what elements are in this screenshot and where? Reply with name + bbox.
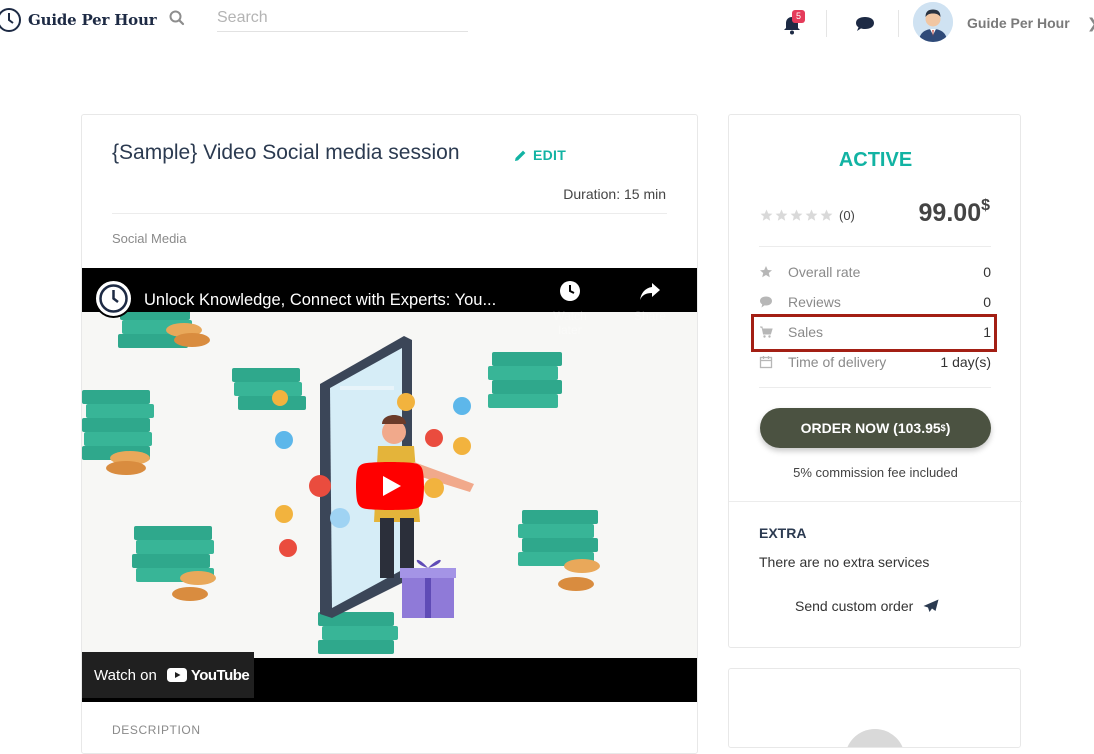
youtube-wordmark: YouTube [190, 666, 250, 684]
money-stack-bottom [318, 612, 398, 654]
top-header: Guide Per Hour 5 Guide Per Hour ❯ [0, 0, 1094, 46]
extra-services-text: There are no extra services [759, 554, 930, 570]
youtube-icon [166, 668, 187, 682]
star-icon [805, 209, 818, 221]
money-stack-right-top [488, 352, 562, 408]
divider [759, 246, 991, 247]
stat-reviews: Reviews 0 [759, 292, 991, 312]
edit-label: EDIT [533, 147, 567, 163]
order-now-label: ORDER NOW (103.95 [800, 420, 941, 436]
order-now-button[interactable]: ORDER NOW (103.95 $) [760, 408, 991, 448]
brand-name: Guide Per Hour [28, 11, 157, 29]
pencil-icon [515, 150, 526, 161]
status-badge: ACTIVE [838, 149, 913, 171]
extra-heading: EXTRA [759, 525, 807, 541]
calendar-icon [759, 356, 773, 369]
order-suffix: ) [945, 420, 951, 436]
watch-later-label: Watch later [553, 309, 587, 337]
stat-delivery-time: Time of delivery 1 day(s) [759, 352, 991, 372]
clock-logo-icon [99, 284, 128, 313]
header-divider [898, 10, 899, 37]
star-icon [790, 209, 803, 221]
stat-value: 0 [983, 264, 991, 280]
play-button-icon[interactable] [356, 462, 424, 510]
order-summary-card: ACTIVE (0) 99.00$ Overall rate 0 Reviews… [728, 114, 1022, 648]
divider [729, 501, 1022, 502]
star-icon [760, 209, 773, 221]
search-input[interactable] [217, 5, 468, 32]
money-stack-center-top [232, 368, 306, 410]
video-title[interactable]: Unlock Knowledge, Connect with Experts: … [144, 291, 496, 310]
description-heading: DESCRIPTION [112, 723, 201, 737]
comment-icon [760, 296, 772, 308]
divider [759, 387, 991, 388]
brand-logo[interactable]: Guide Per Hour [0, 7, 157, 33]
avatar-image [913, 2, 953, 42]
stat-value: 0 [983, 294, 991, 310]
stat-label: Time of delivery [788, 354, 887, 370]
stat-label: Overall rate [788, 264, 861, 280]
user-avatar[interactable] [913, 2, 953, 42]
rating-count: (0) [839, 208, 855, 223]
video-player[interactable]: Unlock Knowledge, Connect with Experts: … [82, 268, 697, 702]
clock-icon [560, 281, 580, 301]
share-button[interactable]: Share [620, 280, 680, 323]
edit-button[interactable]: EDIT [514, 147, 566, 163]
chevron-right-icon[interactable]: ❯ [1087, 15, 1094, 32]
category-label: Social Media [112, 231, 187, 246]
search-icon[interactable] [168, 9, 186, 27]
seller-card [728, 668, 1021, 748]
seller-avatar[interactable] [845, 729, 905, 747]
gift-illustration [400, 559, 456, 618]
watch-on-label: Watch on [94, 666, 157, 684]
price-value: 99.00 [918, 199, 982, 227]
header-divider [826, 10, 827, 37]
star-icon [775, 209, 788, 221]
duration: Duration: 15 min [563, 186, 666, 202]
share-label: Share [633, 309, 667, 323]
commission-note: 5% commission fee included [793, 465, 958, 480]
price: 99.00$ [918, 197, 990, 228]
notification-badge: 5 [792, 10, 805, 23]
star-rating: (0) [760, 208, 855, 223]
stat-label: Reviews [788, 294, 841, 310]
stat-value: 1 day(s) [940, 354, 991, 370]
youtube-logo: YouTube [166, 666, 250, 684]
star-icon [760, 266, 772, 278]
star-icon [820, 209, 833, 221]
service-title: {Sample} Video Social media session [112, 141, 460, 164]
stat-overall-rate: Overall rate 0 [759, 262, 991, 282]
watch-later-button[interactable]: Watch later [540, 280, 600, 337]
clock-logo-icon [0, 8, 21, 32]
watch-on-youtube-button[interactable]: Watch on YouTube [82, 652, 254, 698]
divider [112, 213, 667, 214]
share-arrow-icon [640, 283, 660, 300]
sales-highlight-box [751, 314, 997, 352]
user-name[interactable]: Guide Per Hour [967, 15, 1070, 31]
custom-order-label: Send custom order [795, 598, 914, 614]
chat-icon[interactable] [854, 15, 876, 35]
price-currency: $ [981, 197, 990, 214]
channel-avatar[interactable] [94, 279, 133, 318]
send-custom-order-button[interactable]: Send custom order [795, 598, 939, 614]
paper-plane-icon [923, 599, 939, 612]
